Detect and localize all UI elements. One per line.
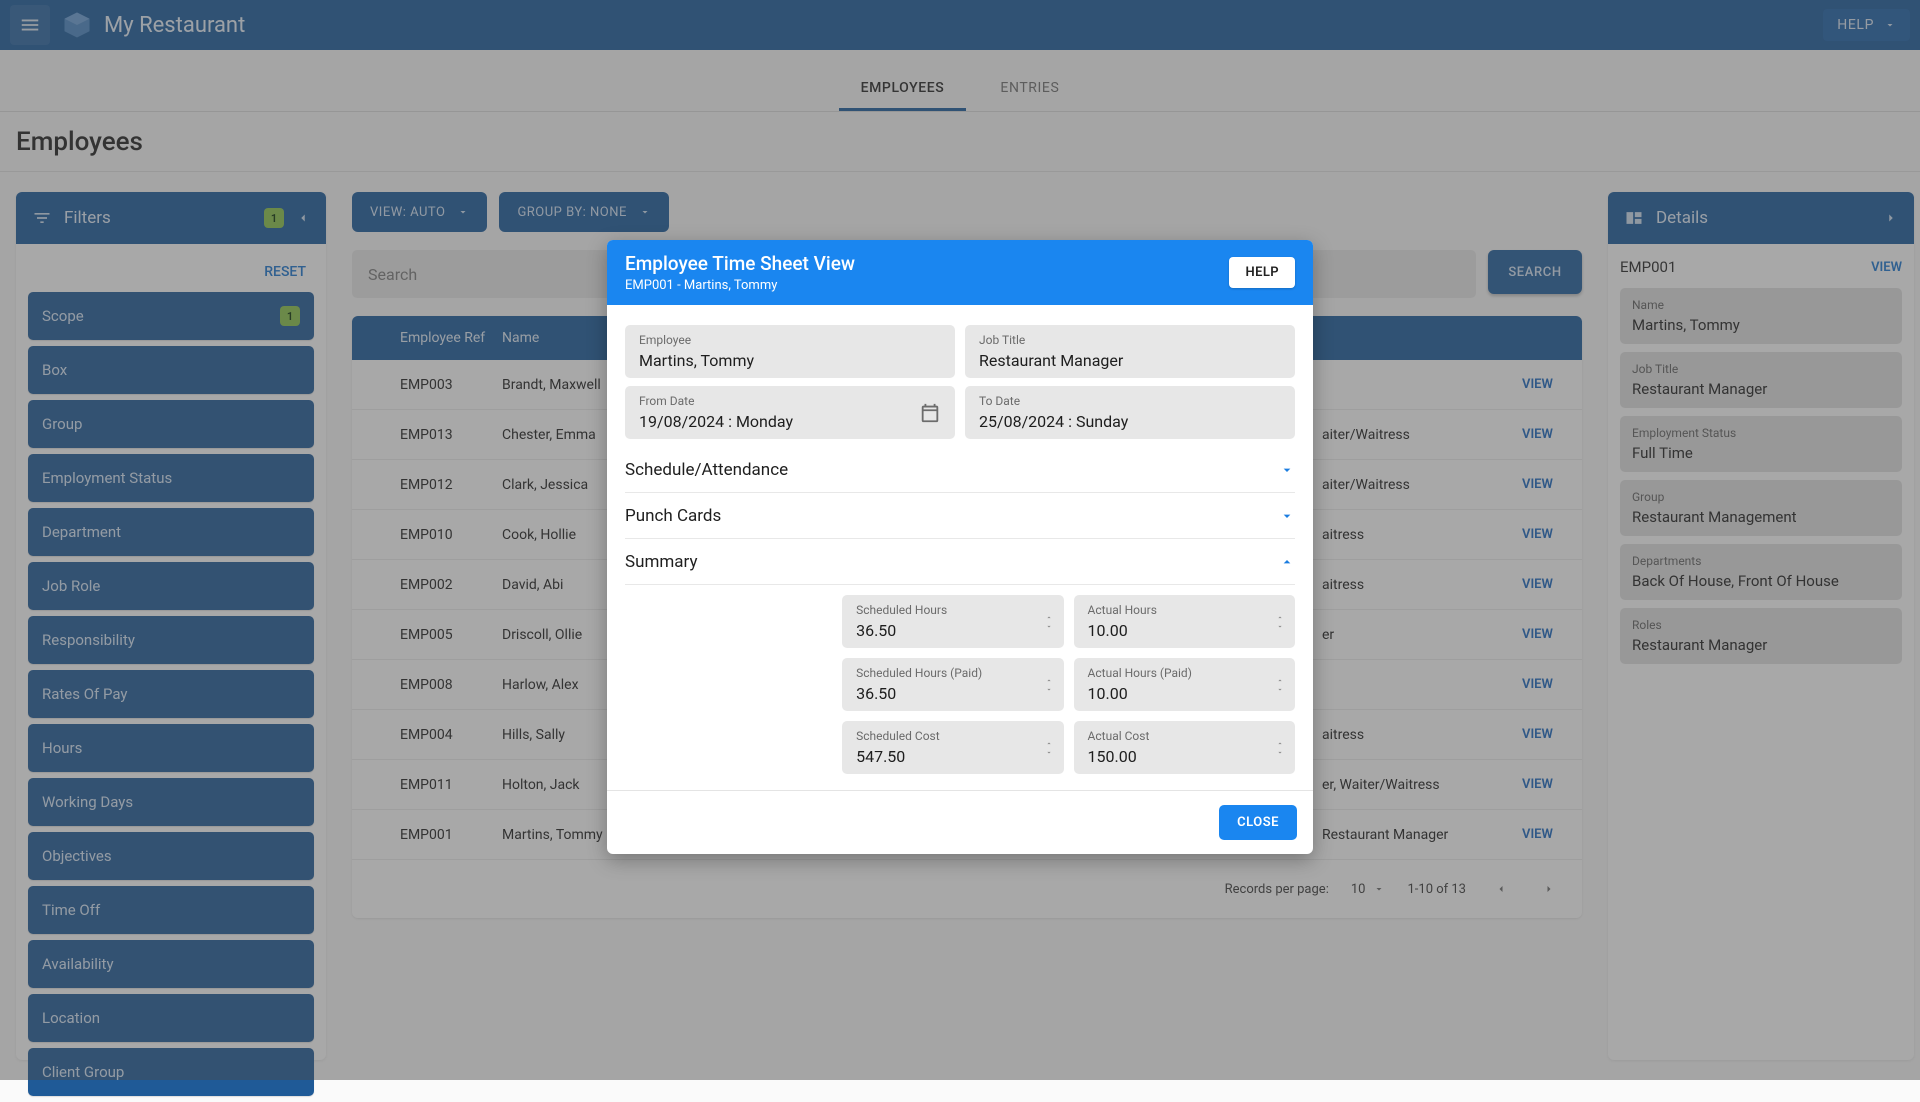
actual-cost-label: Actual Cost (1088, 729, 1281, 743)
actual-hours-field[interactable]: Actual Hours 10.00 (1074, 595, 1295, 648)
scheduled-cost-field[interactable]: Scheduled Cost 547.50 (842, 721, 1063, 774)
actual-cost-value: 150.00 (1088, 747, 1281, 766)
from-date-label: From Date (639, 394, 941, 408)
scheduled-hours-label: Scheduled Hours (856, 603, 1049, 617)
actual-hours-paid-label: Actual Hours (Paid) (1088, 666, 1281, 680)
accordion-punch-label: Punch Cards (625, 506, 721, 526)
accordion-summary[interactable]: Summary (625, 539, 1295, 585)
modal-subtitle: EMP001 - Martins, Tommy (625, 278, 1229, 293)
actual-cost-field[interactable]: Actual Cost 150.00 (1074, 721, 1295, 774)
spinner-icon[interactable] (1044, 613, 1054, 630)
to-date-field[interactable]: To Date 25/08/2024 : Sunday (965, 386, 1295, 439)
calendar-icon[interactable] (919, 402, 941, 424)
modal-scrim[interactable]: Employee Time Sheet View EMP001 - Martin… (0, 0, 1920, 1080)
spinner-icon[interactable] (1044, 676, 1054, 693)
spinner-icon[interactable] (1275, 613, 1285, 630)
accordion-schedule-label: Schedule/Attendance (625, 460, 788, 480)
jobtitle-label: Job Title (979, 333, 1281, 347)
accordion-punch[interactable]: Punch Cards (625, 493, 1295, 539)
employee-field: Employee Martins, Tommy (625, 325, 955, 378)
modal-header: Employee Time Sheet View EMP001 - Martin… (607, 240, 1313, 305)
chevron-down-icon (1279, 462, 1295, 478)
accordion-schedule[interactable]: Schedule/Attendance (625, 447, 1295, 493)
actual-hours-label: Actual Hours (1088, 603, 1281, 617)
scheduled-cost-value: 547.50 (856, 747, 1049, 766)
scheduled-hours-field[interactable]: Scheduled Hours 36.50 (842, 595, 1063, 648)
scheduled-hours-paid-field[interactable]: Scheduled Hours (Paid) 36.50 (842, 658, 1063, 711)
to-date-label: To Date (979, 394, 1281, 408)
scheduled-hours-value: 36.50 (856, 621, 1049, 640)
scheduled-cost-label: Scheduled Cost (856, 729, 1049, 743)
chevron-down-icon (1279, 508, 1295, 524)
actual-hours-paid-value: 10.00 (1088, 684, 1281, 703)
modal-footer: CLOSE (607, 790, 1313, 854)
timesheet-modal: Employee Time Sheet View EMP001 - Martin… (607, 240, 1313, 854)
accordion-summary-label: Summary (625, 552, 697, 572)
modal-title: Employee Time Sheet View (625, 252, 1229, 275)
actual-hours-paid-field[interactable]: Actual Hours (Paid) 10.00 (1074, 658, 1295, 711)
actual-hours-value: 10.00 (1088, 621, 1281, 640)
scheduled-hours-paid-label: Scheduled Hours (Paid) (856, 666, 1049, 680)
jobtitle-field: Job Title Restaurant Manager (965, 325, 1295, 378)
spinner-icon[interactable] (1275, 739, 1285, 756)
summary-grid: Scheduled Hours 36.50 Actual Hours 10.00… (625, 585, 1295, 780)
employee-value: Martins, Tommy (639, 351, 941, 370)
modal-body: Employee Martins, Tommy Job Title Restau… (607, 305, 1313, 790)
from-date-value: 19/08/2024 : Monday (639, 412, 941, 431)
close-button[interactable]: CLOSE (1219, 805, 1297, 840)
to-date-value: 25/08/2024 : Sunday (979, 412, 1281, 431)
spinner-icon[interactable] (1044, 739, 1054, 756)
from-date-field[interactable]: From Date 19/08/2024 : Monday (625, 386, 955, 439)
scheduled-hours-paid-value: 36.50 (856, 684, 1049, 703)
spinner-icon[interactable] (1275, 676, 1285, 693)
jobtitle-value: Restaurant Manager (979, 351, 1281, 370)
employee-label: Employee (639, 333, 941, 347)
chevron-up-icon (1279, 554, 1295, 570)
modal-help-button[interactable]: HELP (1229, 257, 1295, 288)
